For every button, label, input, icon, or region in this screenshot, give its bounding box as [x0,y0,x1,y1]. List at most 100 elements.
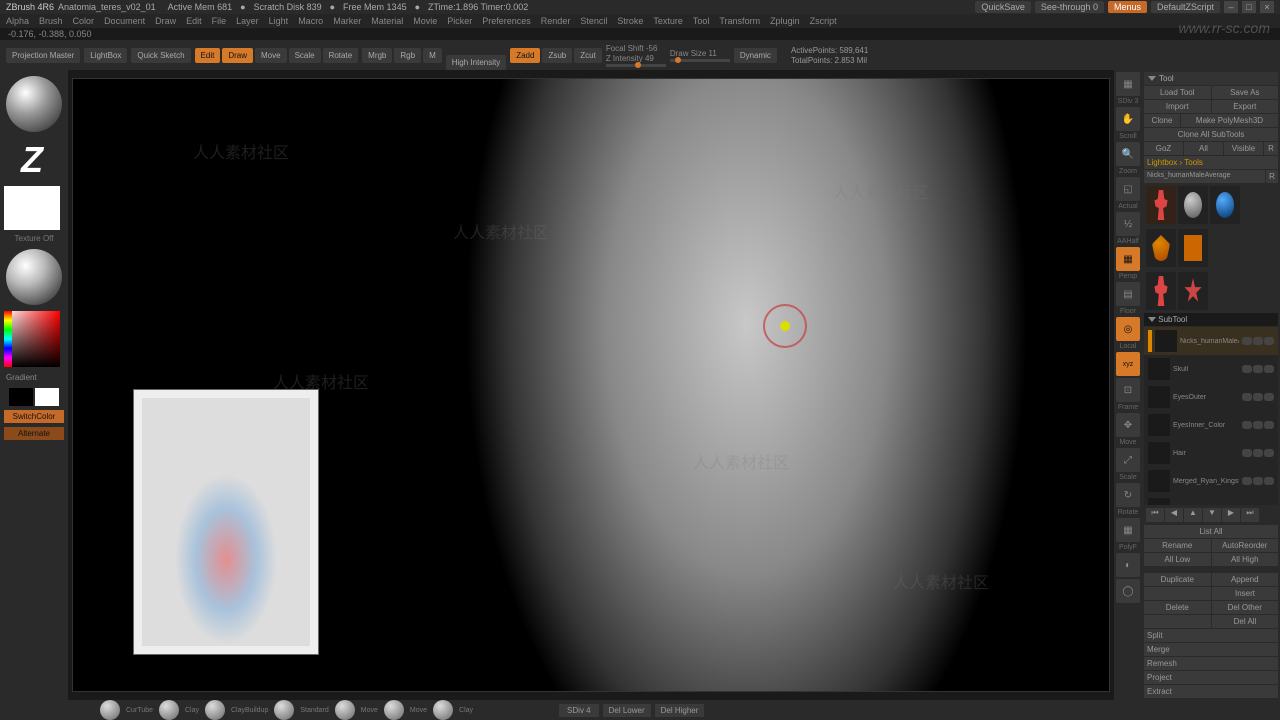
menu-layer[interactable]: Layer [236,16,259,26]
tool-thumb-figure[interactable] [1146,186,1176,224]
del-all-button[interactable]: Del All [1212,615,1278,628]
subtool-prev[interactable]: ◀ [1165,508,1183,522]
rotate-mode-button[interactable]: Rotate [323,48,359,63]
menu-tool[interactable]: Tool [693,16,710,26]
subtool-row[interactable]: EyesInner_Color [1144,411,1278,439]
zoom-icon[interactable]: 🔍 [1116,142,1140,166]
clone-all-subtools-button[interactable]: Clone All SubTools [1144,128,1278,141]
menu-color[interactable]: Color [73,16,95,26]
insert-button[interactable]: Insert [1212,587,1278,600]
all-low-button[interactable]: All Low [1144,553,1211,566]
goz-button[interactable]: GoZ [1144,142,1183,155]
maximize-button[interactable]: □ [1242,1,1256,13]
alpha-thumbnail[interactable] [4,186,60,230]
actual-icon[interactable]: ◱ [1116,177,1140,201]
menu-material[interactable]: Material [371,16,403,26]
tool-thumb-figure2[interactable] [1146,272,1176,310]
tool-header[interactable]: Tool [1144,72,1278,85]
tool-thumb-simple[interactable] [1146,229,1176,267]
menu-macro[interactable]: Macro [298,16,323,26]
tool-thumb-spiral[interactable] [1178,229,1208,267]
goz-visible-button[interactable]: Visible [1224,142,1263,155]
menu-light[interactable]: Light [269,16,289,26]
brush-preset[interactable] [205,700,225,720]
remesh-section[interactable]: Remesh [1144,657,1278,670]
switchcolor-button[interactable]: SwitchColor [4,410,64,423]
menu-file[interactable]: File [212,16,227,26]
menu-alpha[interactable]: Alpha [6,16,29,26]
subtool-up[interactable]: ▲ [1184,508,1202,522]
tool-thumb-sphere2[interactable] [1210,186,1240,224]
subtool-row[interactable]: Merged_Ryan_Kingston_Anatomy [1144,495,1278,505]
menu-document[interactable]: Document [104,16,145,26]
menu-transform[interactable]: Transform [719,16,760,26]
goz-all-button[interactable]: All [1184,142,1223,155]
menus-toggle[interactable]: Menus [1108,1,1147,13]
menu-edit[interactable]: Edit [186,16,202,26]
scroll-icon[interactable]: ✋ [1116,107,1140,131]
sdiv-icon[interactable]: ▦ [1116,72,1140,96]
local-icon[interactable]: ◎ [1116,317,1140,341]
save-as-button[interactable]: Save As [1212,86,1279,99]
menu-brush[interactable]: Brush [39,16,63,26]
del-lower-button[interactable]: Del Lower [603,704,651,717]
color-swatches[interactable] [4,388,64,406]
stroke-thumbnail[interactable]: Z [4,138,60,182]
del-other-button[interactable]: Del Other [1212,601,1279,614]
move-icon[interactable]: ✥ [1116,413,1140,437]
trans-icon[interactable]: ◐ [1116,553,1140,577]
close-button[interactable]: × [1260,1,1274,13]
alternate-button[interactable]: Alternate [4,427,64,440]
polyf-icon[interactable]: ▦ [1116,518,1140,542]
quicksketch-button[interactable]: Quick Sketch [131,48,190,63]
brush-preset[interactable] [335,700,355,720]
dynamic-button[interactable]: Dynamic [734,48,777,63]
subtool-header[interactable]: SubTool [1144,313,1278,326]
goz-r-button[interactable]: R [1264,142,1278,155]
m-button[interactable]: M [423,48,442,63]
autoreorder-button[interactable]: AutoReorder [1212,539,1279,552]
solo-icon[interactable]: ◯ [1116,579,1140,603]
split-section[interactable]: Split [1144,629,1278,642]
all-high-button[interactable]: All High [1212,553,1279,566]
brush-preset[interactable] [159,700,179,720]
menu-movie[interactable]: Movie [413,16,437,26]
draw-mode-button[interactable]: Draw [222,48,253,63]
current-tool-name[interactable]: Nicks_humanMaleAverage [1144,170,1265,183]
subtool-row[interactable]: Skull [1144,355,1278,383]
minimize-button[interactable]: – [1224,1,1238,13]
menu-stencil[interactable]: Stencil [580,16,607,26]
load-tool-button[interactable]: Load Tool [1144,86,1211,99]
extract-section[interactable]: Extract [1144,685,1278,698]
clone-button[interactable]: Clone [1144,114,1180,127]
brush-preset[interactable] [274,700,294,720]
z-intensity-label[interactable]: Z Intensity 49 [606,54,666,63]
brush-preset[interactable] [384,700,404,720]
color-picker[interactable] [4,311,60,367]
subtool-row[interactable]: Nicks_humanMaleAverage [1144,327,1278,355]
subtool-next-all[interactable]: ⏭ [1241,508,1259,522]
scale-mode-button[interactable]: Scale [289,48,321,63]
canvas[interactable]: 人人素材社区 人人素材社区 人人素材社区 人人素材社区 人人素材社区 人人素材社… [72,78,1110,692]
project-section[interactable]: Project [1144,671,1278,684]
subtool-row[interactable]: Hair [1144,439,1278,467]
rotate-icon[interactable]: ↻ [1116,483,1140,507]
subtool-row[interactable]: Merged_Ryan_Kingston_Anatomy [1144,467,1278,495]
zadd-button[interactable]: Zadd [510,48,540,63]
rename-button[interactable]: Rename [1144,539,1211,552]
menu-picker[interactable]: Picker [447,16,472,26]
floor-icon[interactable]: ▤ [1116,282,1140,306]
sdiv-slider[interactable]: SDiv 4 [559,704,599,717]
aahalf-icon[interactable]: ½ [1116,212,1140,236]
menu-render[interactable]: Render [541,16,571,26]
zcut-button[interactable]: Zcut [574,48,602,63]
draw-size-slider[interactable] [670,59,730,62]
brush-preset[interactable] [100,700,120,720]
subtool-row[interactable]: EyesOuter [1144,383,1278,411]
move-mode-button[interactable]: Move [255,48,287,63]
make-polymesh-button[interactable]: Make PolyMesh3D [1181,114,1278,127]
default-script[interactable]: DefaultZScript [1151,1,1220,13]
tool-thumb-star[interactable] [1178,272,1208,310]
zsub-button[interactable]: Zsub [542,48,572,63]
merge-section[interactable]: Merge [1144,643,1278,656]
